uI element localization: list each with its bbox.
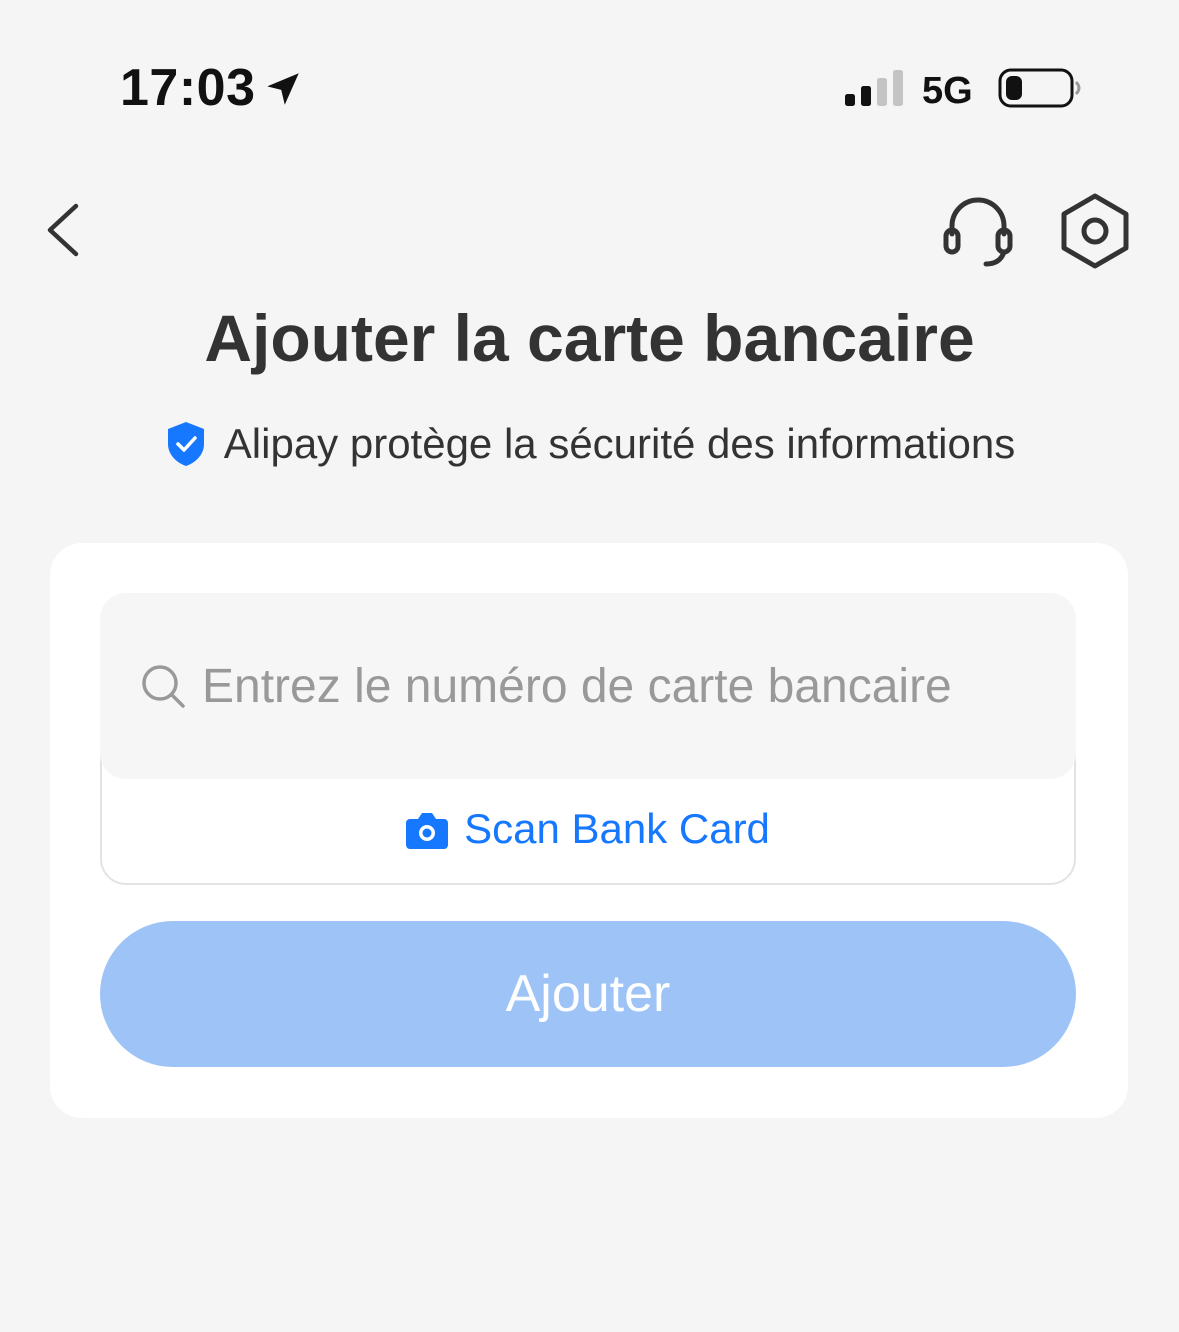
camera-icon	[406, 813, 449, 849]
shield-check-icon	[167, 422, 204, 466]
customer-service-button[interactable]	[938, 190, 1018, 270]
location-arrow-icon	[267, 73, 299, 105]
card-number-field[interactable]	[100, 593, 1076, 779]
search-icon	[142, 665, 185, 708]
network-type: 5G	[922, 70, 973, 112]
security-text: Alipay protège la sécurité des informati…	[223, 420, 1016, 467]
add-button[interactable]: Ajouter	[100, 921, 1076, 1067]
chevron-left-icon	[47, 203, 79, 257]
headset-icon	[943, 197, 1013, 267]
scan-bank-card-label: Scan Bank Card	[464, 805, 770, 852]
settings-button[interactable]	[1054, 190, 1136, 272]
battery-icon	[998, 68, 1081, 108]
navigation-bar	[0, 180, 1179, 280]
status-bar: 17:03 5G	[0, 0, 1179, 150]
card-number-input[interactable]	[202, 593, 1076, 779]
page-title: Ajouter la carte bancaire	[204, 301, 975, 375]
back-button[interactable]	[36, 198, 96, 262]
gear-icon	[1061, 193, 1129, 269]
cellular-signal-icon	[845, 70, 903, 106]
security-notice: Alipay protège la sécurité des informati…	[0, 420, 1179, 468]
status-time: 17:03	[120, 59, 256, 117]
add-card-panel: Scan Bank Card Ajouter	[50, 543, 1128, 1118]
